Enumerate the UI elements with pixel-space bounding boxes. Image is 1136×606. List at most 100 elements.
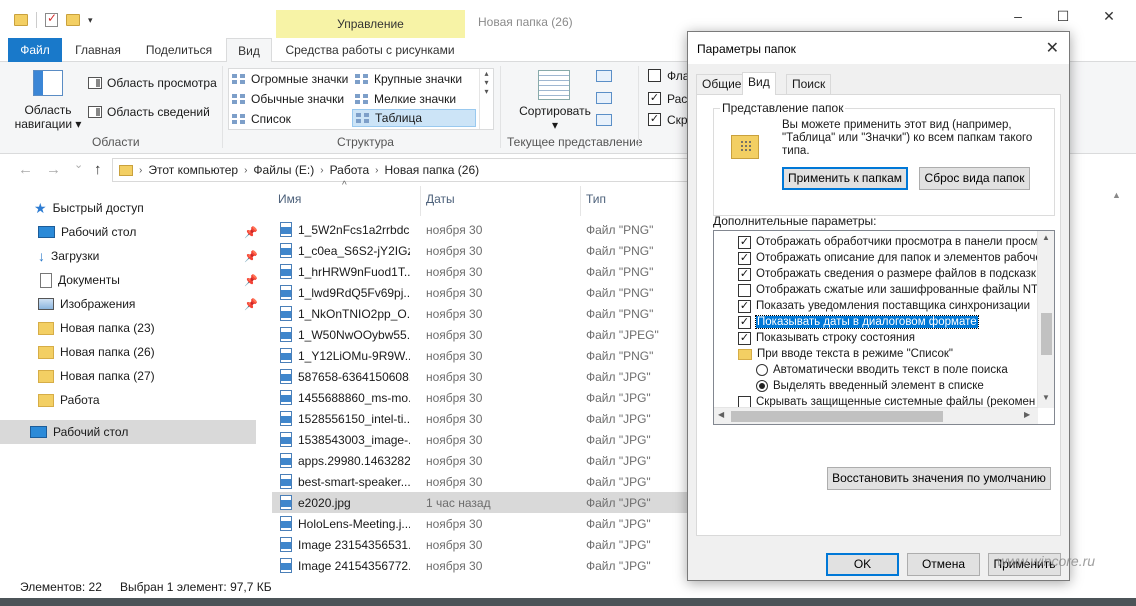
cancel-button[interactable]: Отмена [907, 553, 980, 576]
setting-checkbox[interactable]: ✓ [738, 315, 751, 329]
reset-folders-button[interactable]: Сброс вида папок [919, 167, 1030, 190]
table-row[interactable]: 1528556150_intel-ti... ноября 30 Файл "JPG… [272, 408, 692, 429]
properties-icon[interactable] [45, 11, 58, 27]
breadcrumb-drive-e[interactable]: Файлы (E:) [253, 163, 314, 177]
setting-row[interactable]: ✓ Отображать описание для папок и элемент… [738, 250, 1042, 266]
table-row[interactable]: e2020.jpg 1 час назад Файл "JPG" [272, 492, 692, 513]
layout-medium-icons[interactable]: Обычные значки [229, 90, 351, 108]
scroll-up-icon[interactable]: ▲ [1112, 190, 1121, 200]
table-row[interactable]: 1_Y12LiOMu-9R9W... ноября 30 Файл "PNG" [272, 345, 692, 366]
tab-search[interactable]: Поиск [786, 74, 832, 94]
sort-button[interactable]: Сортировать ▾ [512, 104, 598, 132]
table-row[interactable]: 587658-6364150608... ноября 30 Файл "JPG" [272, 366, 692, 387]
hidden-items-checkbox[interactable]: ✓ [648, 113, 661, 126]
dialog-close-button[interactable]: ✕ [1046, 38, 1059, 58]
scroll-thumb[interactable] [731, 411, 943, 422]
nav-quick-access[interactable]: ★ Быстрый доступ [34, 196, 144, 220]
table-row[interactable]: 1_c0ea_S6S2-jY2IGzl... ноября 30 Файл "PNG… [272, 240, 692, 261]
table-row[interactable]: 1_W50NwOOybw55... ноября 30 Файл "JPEG" [272, 324, 692, 345]
tab-view[interactable]: Вид [226, 38, 272, 63]
tab-picture-tools[interactable]: Средства работы с рисунками [280, 38, 460, 62]
table-row[interactable]: HoloLens-Meeting.j... ноября 30 Файл "JPG" [272, 513, 692, 534]
new-folder-icon[interactable] [66, 14, 80, 26]
tab-share[interactable]: Поделиться [140, 38, 218, 62]
setting-checkbox[interactable]: ✓ [738, 251, 751, 265]
table-row[interactable]: apps.29980.1463282... ноября 30 Файл "JPG" [272, 450, 692, 471]
size-columns-icon[interactable] [596, 114, 612, 126]
navigation-pane-icon[interactable] [33, 70, 63, 96]
nav-desktop[interactable]: Рабочий стол [38, 220, 136, 244]
ok-button[interactable]: OK [826, 553, 899, 576]
sort-icon[interactable] [538, 70, 570, 100]
table-row[interactable]: 1_NkOnTNIO2pp_O... ноября 30 Файл "PNG" [272, 303, 692, 324]
column-header-date[interactable]: Даты [426, 192, 455, 206]
table-row[interactable]: best-smart-speaker... ноября 30 Файл "JPG" [272, 471, 692, 492]
setting-row[interactable]: ✓ Показывать даты в диалоговом формате [738, 314, 979, 330]
manage-context-tab[interactable]: Управление [276, 10, 465, 38]
column-header-name[interactable]: Имя [278, 192, 301, 206]
tab-view[interactable]: Вид [742, 72, 776, 95]
setting-checkbox[interactable]: ✓ [738, 331, 751, 345]
breadcrumb-work[interactable]: Работа [330, 163, 370, 177]
nav-pictures[interactable]: Изображения [38, 292, 135, 316]
column-separator[interactable] [420, 186, 421, 216]
minimize-button[interactable]: – [995, 8, 1041, 24]
setting-checkbox[interactable]: ✓ [738, 299, 751, 313]
setting-row[interactable]: Отображать сжатые или зашифрованные файл… [738, 282, 1041, 298]
layout-list[interactable]: Список [229, 110, 351, 128]
tab-file[interactable]: Файл [8, 38, 62, 62]
table-row[interactable]: 1_5W2nFcs1a2rrbdc... ноября 30 Файл "PNG" [272, 219, 692, 240]
scroll-up-icon[interactable]: ▲ [1038, 233, 1054, 242]
advanced-settings-hscroll[interactable]: ◀ ▶ [714, 407, 1038, 424]
details-pane-button[interactable]: Область сведений [88, 105, 210, 119]
breadcrumb-this-pc[interactable]: Этот компьютер [148, 163, 238, 177]
scroll-left-icon[interactable]: ◀ [718, 410, 724, 419]
layout-large-icons[interactable]: Крупные значки [352, 70, 478, 88]
column-separator[interactable] [580, 186, 581, 216]
tab-general[interactable]: Общие [696, 74, 748, 94]
setting-row[interactable]: ✓ Отображать сведения о размере файлов в … [738, 266, 1036, 282]
breadcrumb-new-folder-26[interactable]: Новая папка (26) [385, 163, 480, 177]
setting-radio[interactable] [756, 380, 768, 392]
scroll-down-icon[interactable]: ▼ [1038, 393, 1054, 402]
address-bar[interactable]: › Этот компьютер › Файлы (E:) › Работа ›… [112, 158, 688, 182]
nav-folder-26[interactable]: Новая папка (26) [38, 340, 155, 364]
back-icon[interactable]: ← [18, 161, 33, 178]
maximize-button[interactable]: ☐ [1040, 8, 1086, 25]
add-columns-icon[interactable] [596, 92, 612, 104]
setting-checkbox[interactable] [738, 283, 751, 297]
file-extensions-checkbox[interactable]: ✓ [648, 92, 661, 105]
restore-defaults-button[interactable]: Восстановить значения по умолчанию [827, 467, 1051, 490]
item-checkboxes-checkbox[interactable] [648, 69, 661, 82]
forward-icon[interactable]: → [46, 161, 61, 178]
nav-documents[interactable]: Документы [40, 268, 120, 292]
layout-extra-large-icons[interactable]: Огромные значки [229, 70, 351, 88]
nav-folder-27[interactable]: Новая папка (27) [38, 364, 155, 388]
layout-gallery-scroll[interactable]: ▴ ▾ ▾ [479, 69, 493, 129]
setting-checkbox[interactable]: ✓ [738, 267, 751, 281]
setting-row[interactable]: Выделять введенный элемент в списке [756, 378, 984, 394]
navigation-pane-button[interactable]: Область навигации ▾ [12, 103, 84, 131]
nav-desktop-root[interactable]: Рабочий стол [0, 420, 256, 444]
table-row[interactable]: Image 23154356531... ноября 30 Файл "JPG" [272, 534, 692, 555]
setting-row[interactable]: ✓ Показывать строку состояния [738, 330, 915, 346]
setting-radio[interactable] [756, 364, 768, 376]
table-row[interactable]: 1455688860_ms-mo... ноября 30 Файл "JPG" [272, 387, 692, 408]
setting-row[interactable]: ✓ Показать уведомления поставщика синхрон… [738, 298, 1030, 314]
recent-locations-icon[interactable]: ⌄ [74, 158, 83, 171]
tab-home[interactable]: Главная [70, 38, 126, 62]
table-row[interactable]: 1538543003_image-... ноября 30 Файл "JPG" [272, 429, 692, 450]
nav-folder-23[interactable]: Новая папка (23) [38, 316, 155, 340]
group-by-icon[interactable] [596, 70, 612, 82]
layout-small-icons[interactable]: Мелкие значки [352, 90, 478, 108]
table-row[interactable]: 1_lwd9RdQ5Fv69pj... ноября 30 Файл "PNG" [272, 282, 692, 303]
apply-to-folders-button[interactable]: Применить к папкам [782, 167, 908, 190]
preview-pane-button[interactable]: Область просмотра [88, 76, 217, 90]
up-icon[interactable]: ↑ [94, 161, 102, 178]
table-row[interactable]: Image 24154356772... ноября 30 Файл "JPG" [272, 555, 692, 576]
setting-row[interactable]: При вводе текста в режиме "Список" [738, 346, 953, 362]
customize-toolbar-icon[interactable]: ▾ [88, 15, 93, 26]
setting-row[interactable]: Автоматически вводить текст в поле поиск… [756, 362, 1008, 378]
scroll-right-icon[interactable]: ▶ [1024, 410, 1030, 419]
close-button[interactable]: ✕ [1086, 8, 1132, 25]
